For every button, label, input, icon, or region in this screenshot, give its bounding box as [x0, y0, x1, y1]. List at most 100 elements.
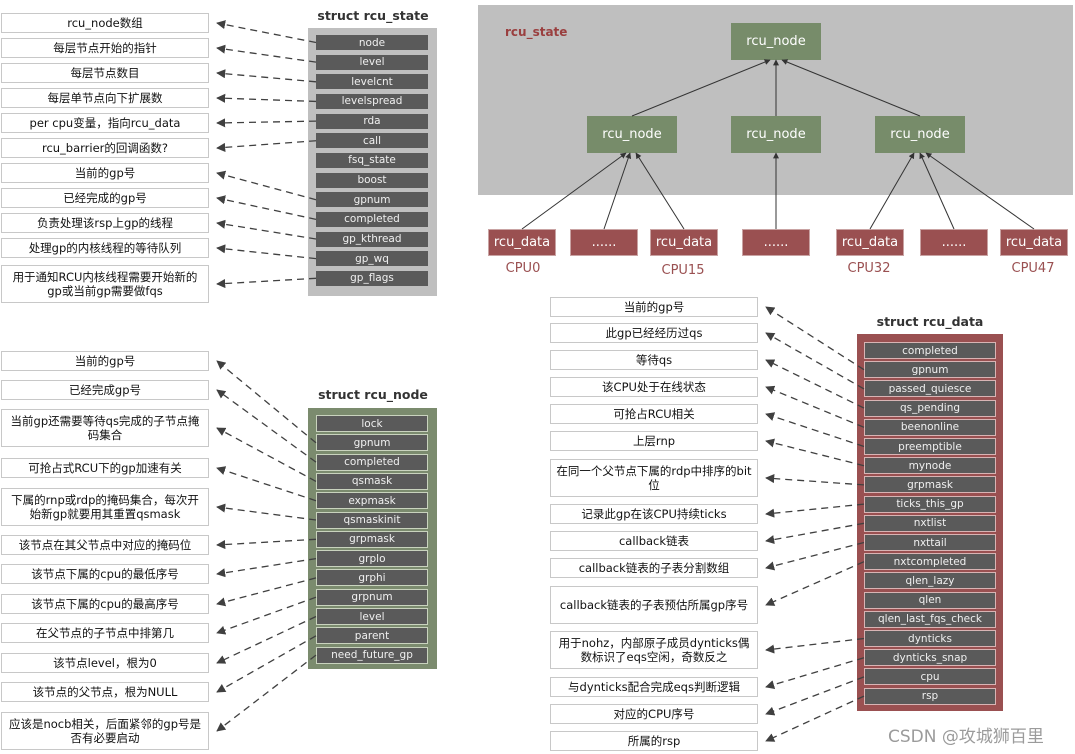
- rcu-state-field-call: call: [316, 133, 428, 149]
- rcu-node-arrow-9: [216, 615, 317, 664]
- rcu-state-note-8: 负责处理该rsp上gp的线程: [1, 213, 209, 233]
- rcu-data-note-1: 此gp已经经历过qs: [550, 323, 758, 343]
- rcu-node-arrow-7: [216, 577, 317, 607]
- rcu-data-title: struct rcu_data: [876, 314, 984, 329]
- rcu-node-field-completed: completed: [316, 453, 428, 471]
- rcu-state-note-1: 每层节点开始的指针: [1, 38, 209, 58]
- rcu-state-note-7: 已经完成的gp号: [1, 188, 209, 208]
- rcu-state-field-level: level: [316, 54, 428, 70]
- rcu-node-arrow-11: [216, 654, 317, 732]
- tree-leaf-rcu-data-cpu47: rcu_data: [1000, 229, 1068, 256]
- rcu-data-field-mynode: mynode: [864, 457, 996, 475]
- rcu-data-field-gpnum: gpnum: [864, 361, 996, 379]
- rcu-data-field-grpmask: grpmask: [864, 476, 996, 494]
- rcu-data-note-3: 该CPU处于在线状态: [550, 377, 758, 397]
- rcu-state-field-gp-kthread: gp_kthread: [316, 231, 428, 247]
- rcu-node-field-level: level: [316, 608, 428, 625]
- rcu-data-arrow-9: [765, 541, 865, 571]
- rcu-state-field-boost: boost: [316, 172, 428, 188]
- tree-root-rcu-node: rcu_node: [731, 23, 821, 60]
- rcu-node-arrow-2: [216, 427, 317, 482]
- rcu-node-note-0: 当前的gp号: [1, 351, 209, 371]
- rcu-node-note-9: 该节点level，根为0: [1, 653, 209, 673]
- rcu-node-note-5: 该节点在其父节点中对应的掩码位: [1, 535, 209, 555]
- rcu-state-arrow-8: [216, 219, 317, 240]
- rcu-node-note-11: 应该是nocb相关，后面紧邻的gp号是否有必要启动: [1, 712, 209, 750]
- rcu-data-panel: completed gpnum passed_quiesce qs_pending be…: [857, 334, 1003, 711]
- rcu-data-note-13: 对应的CPU序号: [550, 704, 758, 724]
- rcu-data-field-cpu: cpu: [864, 668, 996, 686]
- rcu-state-arrow-0: [216, 20, 317, 44]
- rcu-data-arrow-6: [765, 474, 865, 486]
- rcu-data-field-nxttail: nxttail: [864, 534, 996, 551]
- rcu-data-field-rsp: rsp: [864, 687, 996, 705]
- rcu-data-arrow-4: [765, 412, 865, 448]
- rcu-node-note-8: 在父节点的子节点中排第几: [1, 623, 209, 643]
- rcu-node-field-qsmask: qsmask: [316, 472, 428, 490]
- rcu-node-arrow-3: [216, 466, 317, 502]
- rcu-node-arrow-1: [216, 389, 317, 463]
- rcu-node-arrow-5: [216, 538, 317, 550]
- rcu-state-field-levelcnt: levelcnt: [316, 74, 428, 90]
- rcu-data-arrow-14: [765, 695, 865, 742]
- rcu-data-arrow-7: [765, 503, 865, 518]
- rcu-data-arrow-11: [765, 637, 865, 654]
- rcu-state-field-gp-wq: gp_wq: [316, 251, 428, 267]
- rcu-node-arrow-0: [216, 360, 317, 444]
- rcu-state-note-10: 用于通知RCU内核线程需要开始新的gp或当前gp需要做fqs: [1, 265, 209, 303]
- rcu-data-note-8: callback链表: [550, 531, 758, 551]
- rcu-data-arrow-8: [765, 522, 865, 545]
- rcu-state-title: struct rcu_state: [317, 8, 429, 23]
- rcu-data-note-12: 与dynticks配合完成eqs判断逻辑: [550, 677, 758, 697]
- rcu-state-arrow-6: [216, 170, 317, 201]
- rcu-data-note-14: 所属的rsp: [550, 731, 758, 751]
- rcu-node-field-parent: parent: [316, 627, 428, 645]
- rcu-state-field-completed: completed: [316, 211, 428, 227]
- rcu-state-arrow-7: [216, 195, 317, 220]
- rcu-data-field-qlen-lazy: qlen_lazy: [864, 572, 996, 590]
- rcu-state-field-node: node: [316, 35, 428, 50]
- rcu-data-note-9: callback链表的子表分割数组: [550, 558, 758, 578]
- rcu-data-field-dynticks-snap: dynticks_snap: [864, 649, 996, 667]
- rcu-node-arrow-10: [216, 635, 317, 693]
- rcu-data-field-qlen-last-fqs-check: qlen_last_fqs_check: [864, 610, 996, 628]
- rcu-node-note-6: 该节点下属的cpu的最低序号: [1, 564, 209, 584]
- cpu-label-cpu0: CPU0: [505, 261, 541, 276]
- rcu-data-field-ticks-this-gp: ticks_this_gp: [864, 495, 996, 513]
- rcu-state-arrow-9: [216, 244, 317, 260]
- rcu-data-note-0: 当前的gp号: [550, 297, 758, 317]
- rcu-data-note-6: 在同一个父节点下属的rdp中排序的bit位: [550, 459, 758, 497]
- rcu-data-note-2: 等待qs: [550, 350, 758, 370]
- rcu-node-note-1: 已经完成gp号: [1, 380, 209, 400]
- rcu-data-arrow-0: [765, 306, 865, 371]
- rcu-state-note-3: 每层单节点向下扩展数: [1, 88, 209, 108]
- rcu-state-note-5: rcu_barrier的回调函数?: [1, 138, 209, 158]
- cpu-label-cpu47: CPU47: [1011, 261, 1055, 276]
- rcu-data-field-dynticks: dynticks: [864, 630, 996, 647]
- rcu-data-note-11: 用于nohz，内部原子成员dynticks偶数标识了eqs空闲，奇数反之: [550, 631, 758, 669]
- rcu-data-note-10: callback链表的子表预估所属gp序号: [550, 586, 758, 624]
- rcu-data-field-beenonline: beenonline: [864, 418, 996, 436]
- rcu-state-field-gp-flags: gp_flags: [316, 270, 428, 286]
- rcu-state-field-levelspread: levelspread: [316, 93, 428, 109]
- rcu-state-note-2: 每层节点数目: [1, 63, 209, 83]
- rcu-state-note-9: 处理gp的内核线程的等待队列: [1, 238, 209, 258]
- cpu-label-cpu32: CPU32: [847, 261, 891, 276]
- rcu-node-field-grpmask: grpmask: [316, 530, 428, 548]
- cpu-label-cpu15: CPU15: [661, 263, 705, 278]
- rcu-data-arrow-2: [765, 359, 865, 409]
- rcu-state-panel: node level levelcnt levelspread rda call fsq_s…: [308, 28, 437, 296]
- tree-leaf-ellipsis-2: ......: [742, 229, 810, 256]
- rcu-state-field-fsq-state: fsq_state: [316, 152, 428, 168]
- rcu-data-arrow-10: [765, 561, 865, 606]
- csdn-watermark: CSDN @攻城狮百里: [888, 727, 1044, 747]
- rcu-state-arrow-4: [216, 118, 317, 128]
- rcu-data-field-completed: completed: [864, 342, 996, 359]
- tree-leaf-rcu-data-cpu0: rcu_data: [488, 229, 556, 256]
- rcu-node-note-2: 当前gp还需要等待qs完成的子节点掩码集合: [1, 409, 209, 447]
- rcu-data-field-nxtcompleted: nxtcompleted: [864, 553, 996, 571]
- rcu-node-note-4: 下属的rnp或rdp的掩码集合，每次开始新gp就要用其重置qsmask: [1, 488, 209, 526]
- rcu-data-arrow-3: [765, 385, 865, 428]
- rcu-node-note-10: 该节点的父节点，根为NULL: [1, 682, 209, 702]
- rcu-data-field-preemptible: preemptible: [864, 438, 996, 455]
